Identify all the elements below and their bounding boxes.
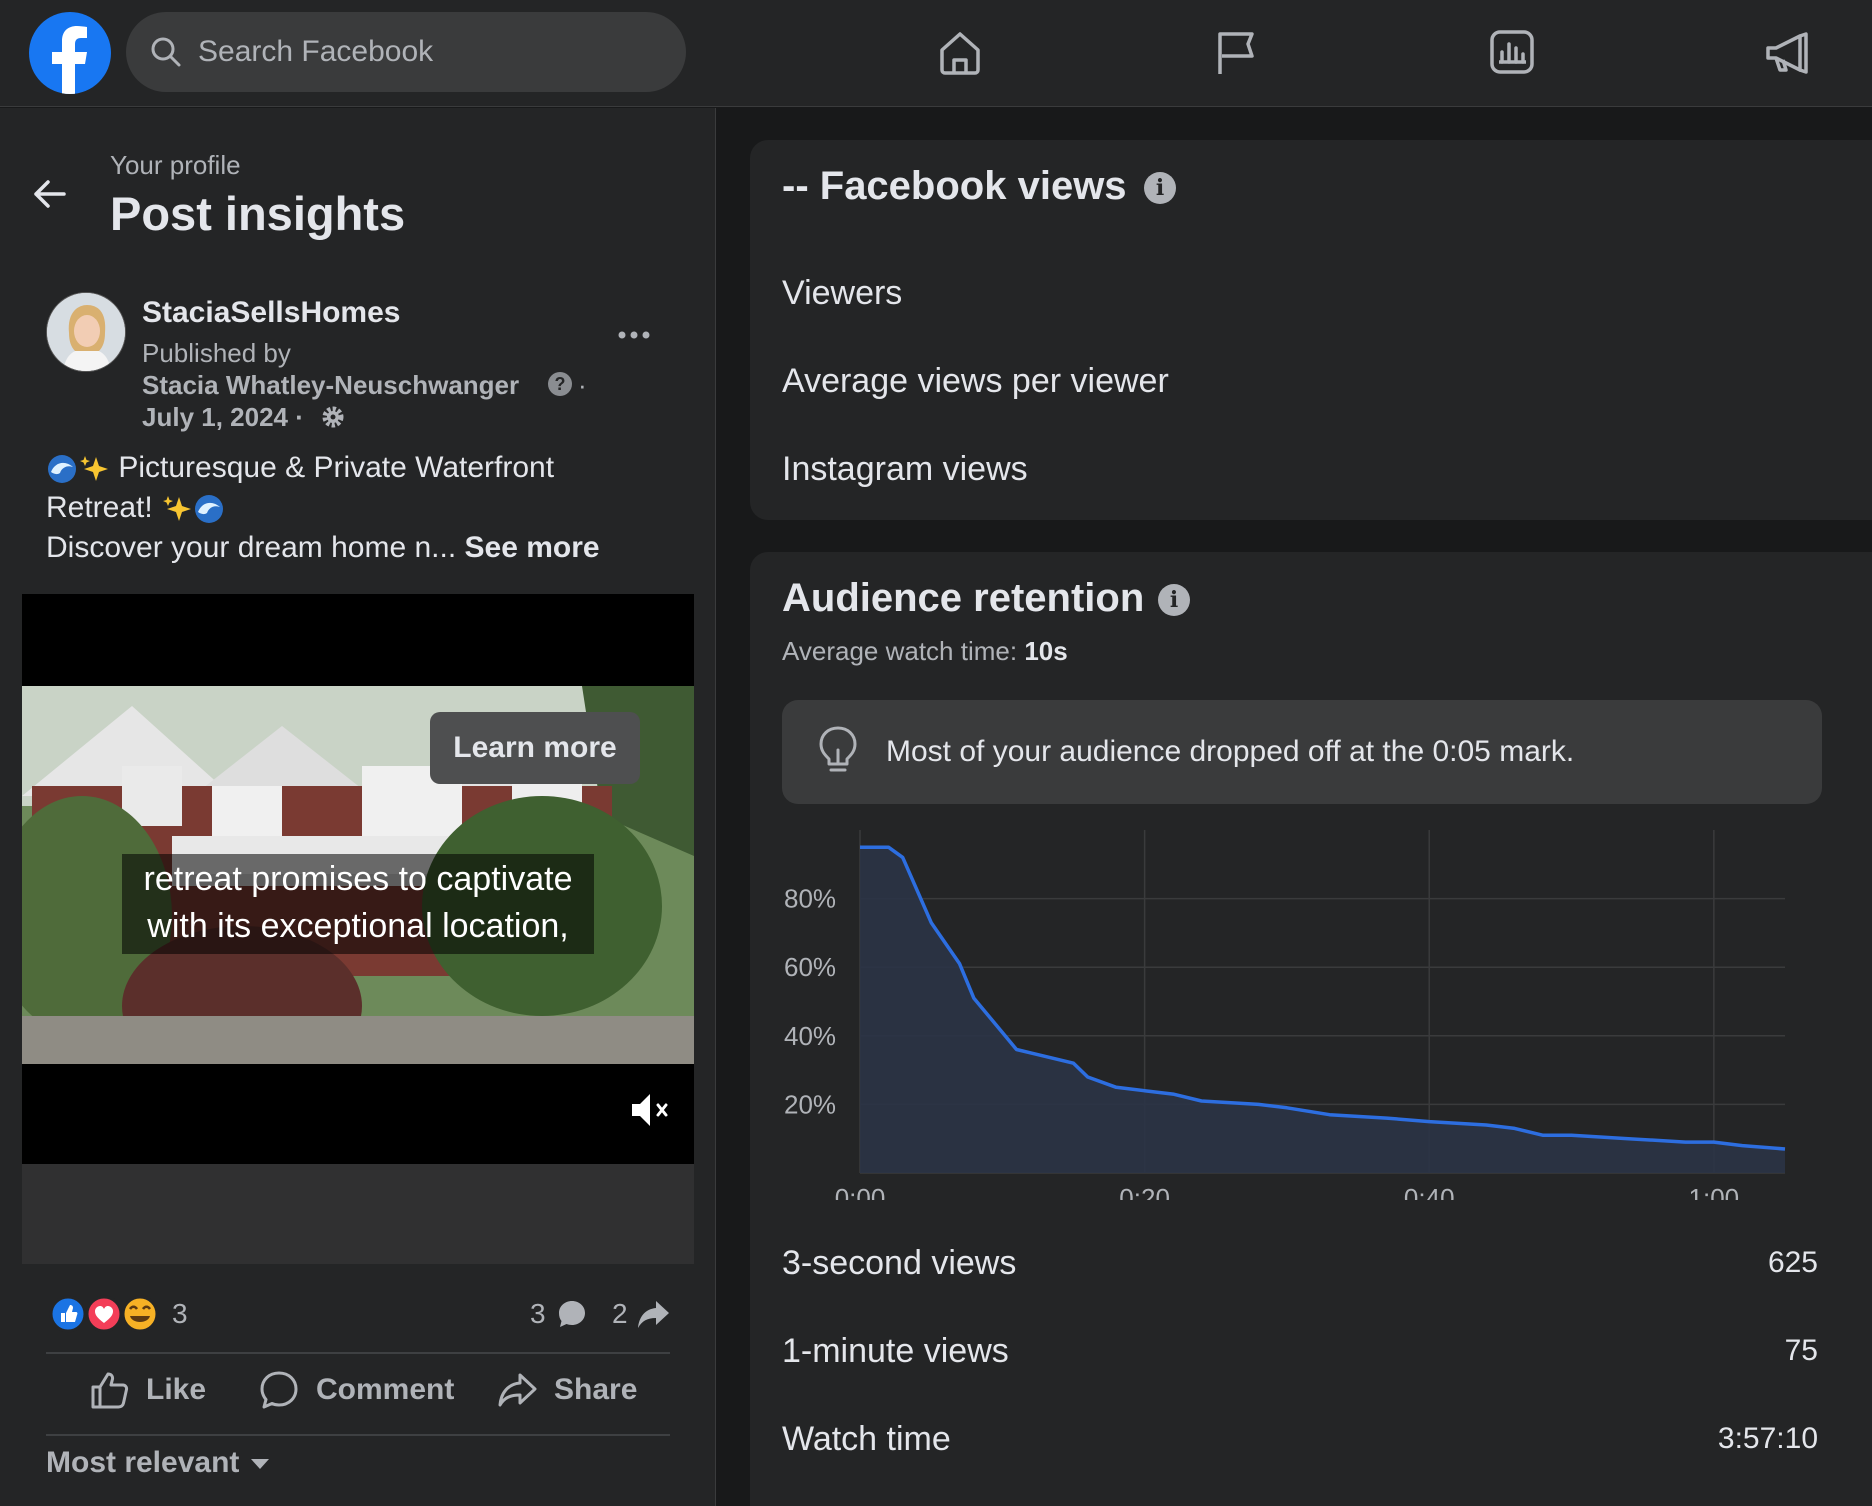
like-button[interactable]: Like	[88, 1360, 206, 1420]
breadcrumb[interactable]: Your profile	[110, 150, 241, 181]
video-caption: retreat promises to captivate with its e…	[122, 854, 594, 954]
comment-icon	[260, 1371, 298, 1409]
three-second-views-label: 3-second views	[782, 1244, 1017, 1282]
retention-chart: 80% 60% 40% 20% 0:00 0:20 0:40 1:00	[784, 830, 1786, 1200]
wave-emoji-icon	[48, 455, 76, 484]
share-button[interactable]: Share	[496, 1360, 637, 1420]
wave-emoji-icon	[195, 495, 224, 524]
facebook-logo-icon[interactable]	[29, 12, 111, 94]
x-tick-label: 1:00	[1689, 1183, 1740, 1200]
y-tick-label: 80%	[784, 884, 836, 914]
search-placeholder: Search Facebook	[198, 35, 434, 68]
reactions-icon[interactable]	[48, 1294, 178, 1334]
sparkles-emoji-icon	[163, 496, 192, 522]
post-date[interactable]: July 1, 2024 ·	[142, 402, 304, 433]
one-minute-views-label: 1-minute views	[782, 1332, 1009, 1370]
published-by-label: Published by	[142, 338, 291, 368]
sparkles-emoji-icon	[80, 456, 108, 482]
publisher-name[interactable]: Stacia Whatley-Neuschwanger	[142, 370, 519, 401]
flag-icon[interactable]	[1208, 24, 1264, 80]
top-navigation-bar: Search Facebook	[0, 0, 1872, 107]
like-icon	[91, 1372, 129, 1409]
cta-bar	[22, 1164, 694, 1264]
help-icon[interactable]: ?	[548, 372, 572, 396]
lightbulb-icon	[819, 726, 857, 772]
comment-count[interactable]: 3	[530, 1298, 546, 1330]
average-watch-time: Average watch time: 10s	[782, 636, 1068, 666]
comment-button[interactable]: Comment	[258, 1360, 454, 1420]
mute-icon[interactable]	[628, 1088, 672, 1132]
comment-bubble-icon	[559, 1301, 585, 1327]
post-text-line2: Retreat!	[46, 491, 153, 524]
share-count[interactable]: 2	[612, 1298, 628, 1330]
viewers-row: Viewers	[782, 274, 903, 312]
divider	[46, 1434, 670, 1436]
caret-down-icon	[251, 1459, 270, 1470]
y-tick-label: 40%	[784, 1021, 836, 1051]
megaphone-icon[interactable]	[1760, 24, 1816, 80]
y-tick-label: 20%	[784, 1089, 836, 1119]
share-icon	[498, 1373, 537, 1407]
page-title: Post insights	[110, 187, 406, 240]
post-text-line1: Picturesque & Private Waterfront	[118, 451, 555, 484]
instagram-views-row: Instagram views	[782, 450, 1028, 488]
three-second-views-value: 625	[1767, 1246, 1818, 1279]
watch-time-value: 3:57:10	[1717, 1422, 1818, 1455]
back-arrow-icon[interactable]	[28, 172, 72, 216]
avatar[interactable]	[46, 292, 126, 372]
gear-icon[interactable]	[320, 404, 346, 430]
post-text: Picturesque & Private Waterfront Retreat…	[46, 448, 686, 568]
insights-icon[interactable]	[1484, 24, 1540, 80]
post-text-line3: Discover your dream home n...	[46, 531, 457, 564]
post-author[interactable]: StaciaSellsHomes	[142, 296, 400, 330]
retention-tip-text: Most of your audience dropped off at the…	[886, 735, 1575, 768]
home-icon[interactable]	[932, 24, 988, 80]
separator-dot: ·	[578, 370, 587, 400]
one-minute-views-value: 75	[1784, 1334, 1818, 1367]
facebook-views-card: -- Facebook views i Viewers Average view…	[750, 140, 1872, 520]
info-icon[interactable]: i	[1144, 172, 1176, 204]
learn-more-button[interactable]: Learn more	[430, 712, 640, 784]
divider	[46, 1352, 670, 1354]
reaction-count[interactable]: 3	[172, 1298, 188, 1330]
more-options-icon[interactable]	[614, 320, 654, 350]
retention-area	[860, 847, 1785, 1173]
post-panel: Your profile Post insights StaciaSellsHo…	[0, 108, 716, 1506]
retention-tip: Most of your audience dropped off at the…	[782, 700, 1822, 804]
y-tick-label: 60%	[784, 952, 836, 982]
watch-time-label: Watch time	[782, 1420, 951, 1458]
x-tick-label: 0:40	[1404, 1183, 1455, 1200]
x-tick-label: 0:20	[1119, 1183, 1170, 1200]
facebook-views-title: -- Facebook views	[782, 164, 1127, 208]
average-views-row: Average views per viewer	[782, 362, 1169, 400]
comment-sort-dropdown[interactable]: Most relevant	[46, 1446, 270, 1480]
info-icon[interactable]: i	[1158, 584, 1190, 616]
see-more-link[interactable]: See more	[465, 531, 600, 564]
video-player[interactable]: retreat promises to captivate with its e…	[22, 594, 694, 1264]
x-tick-label: 0:00	[835, 1183, 886, 1200]
audience-retention-title: Audience retention	[782, 576, 1145, 620]
search-icon	[151, 37, 181, 67]
search-bar[interactable]: Search Facebook	[126, 12, 686, 92]
share-arrow-icon	[638, 1301, 669, 1328]
